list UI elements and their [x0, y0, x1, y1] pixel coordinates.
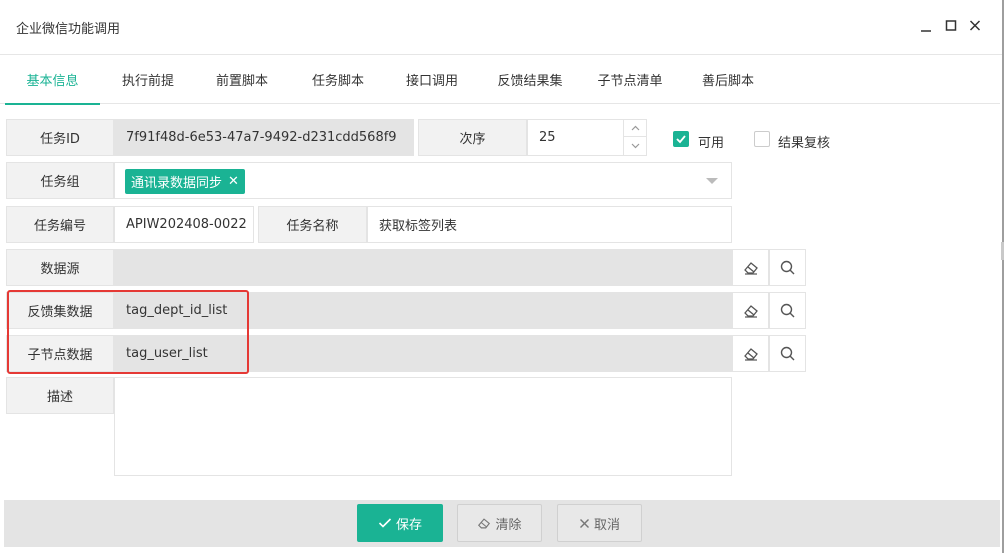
- eraser-icon: [743, 304, 758, 318]
- tab-precondition[interactable]: 执行前提: [113, 56, 183, 104]
- minimize-icon[interactable]: [918, 17, 934, 35]
- feedback-label: 反馈集数据: [6, 292, 114, 329]
- save-label: 保存: [395, 517, 422, 533]
- close-icon[interactable]: [967, 17, 983, 35]
- enabled-checkbox[interactable]: [673, 131, 689, 147]
- tag-remove-icon[interactable]: ✕: [228, 174, 239, 189]
- child-clear-button[interactable]: [732, 335, 769, 372]
- task-code-label: 任务编号: [6, 206, 114, 243]
- datasource-clear-button[interactable]: [732, 249, 769, 286]
- clear-button[interactable]: 清除: [457, 504, 542, 542]
- clear-label: 清除: [495, 517, 522, 533]
- order-label: 次序: [418, 119, 527, 156]
- child-field: tag_user_list: [114, 335, 732, 372]
- stepper-down-icon[interactable]: [624, 137, 647, 155]
- check-icon: [676, 135, 686, 144]
- save-button[interactable]: 保存: [357, 504, 443, 542]
- window-title: 企业微信功能调用: [16, 22, 121, 37]
- child-search-button[interactable]: [769, 335, 806, 372]
- search-icon: [780, 346, 795, 361]
- eraser-icon: [743, 347, 758, 361]
- feedback-search-button[interactable]: [769, 292, 806, 329]
- tab-child-nodes[interactable]: 子节点清单: [590, 56, 670, 104]
- task-id-field: 7f91f48d-6e53-47a7-9492-d231cdd568f9: [114, 119, 414, 156]
- chevron-down-icon[interactable]: [706, 178, 718, 184]
- review-label: 结果复核: [778, 136, 831, 151]
- close-icon: [579, 518, 589, 528]
- tab-cleanup-script[interactable]: 善后脚本: [693, 56, 763, 104]
- task-id-label: 任务ID: [6, 119, 114, 156]
- description-label: 描述: [6, 377, 114, 414]
- datasource-label: 数据源: [6, 249, 114, 286]
- tab-api-call[interactable]: 接口调用: [397, 56, 467, 104]
- tab-pre-script[interactable]: 前置脚本: [207, 56, 277, 104]
- review-checkbox[interactable]: [754, 131, 770, 147]
- cancel-label: 取消: [593, 517, 620, 533]
- eraser-icon: [743, 261, 758, 275]
- cancel-button[interactable]: 取消: [557, 504, 642, 542]
- check-icon: [378, 518, 392, 528]
- task-group-tag-label: 通讯录数据同步: [131, 176, 223, 191]
- task-name-label: 任务名称: [258, 206, 367, 243]
- datasource-search-button[interactable]: [769, 249, 806, 286]
- tab-feedback-set[interactable]: 反馈结果集: [490, 56, 570, 104]
- task-name-field[interactable]: 获取标签列表: [367, 206, 732, 243]
- datasource-field: [114, 249, 732, 286]
- child-label: 子节点数据: [6, 335, 114, 372]
- stepper-up-icon[interactable]: [624, 119, 647, 137]
- enabled-label: 可用: [698, 136, 725, 151]
- tab-task-script[interactable]: 任务脚本: [303, 56, 373, 104]
- tab-bar: 基本信息 执行前提 前置脚本 任务脚本 接口调用 反馈结果集 子节点清单 善后脚…: [0, 56, 1000, 105]
- task-group-tag: 通讯录数据同步 ✕: [125, 169, 245, 194]
- search-icon: [780, 260, 795, 275]
- feedback-clear-button[interactable]: [732, 292, 769, 329]
- tab-basic-info[interactable]: 基本信息: [5, 56, 100, 105]
- feedback-field: tag_dept_id_list: [114, 292, 732, 329]
- maximize-icon[interactable]: [943, 17, 959, 35]
- task-code-field[interactable]: APIW202408-0022: [114, 206, 254, 243]
- order-stepper: [623, 119, 647, 156]
- eraser-icon: [478, 517, 491, 528]
- description-textarea[interactable]: [114, 377, 732, 476]
- title-bar: 企业微信功能调用: [0, 0, 1004, 55]
- search-icon: [780, 303, 795, 318]
- task-group-label: 任务组: [6, 162, 114, 199]
